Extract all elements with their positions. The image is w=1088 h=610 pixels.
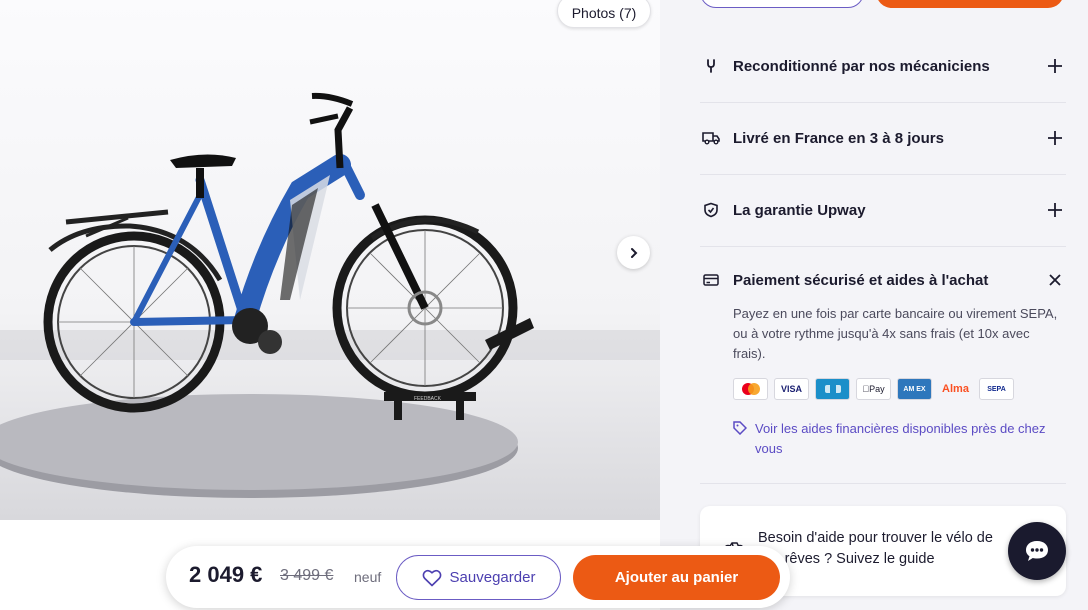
payment-description: Payez en une fois par carte bancaire ou … xyxy=(733,306,1058,361)
save-label: Sauvegarder xyxy=(449,569,536,586)
product-info-panel: Reconditionné par nos mécaniciens Livré … xyxy=(660,0,1088,610)
truck-icon xyxy=(700,127,722,149)
bike-photo: FEEDBACK xyxy=(0,92,660,498)
financial-aid-text: Voir les aides financières disponibles p… xyxy=(755,421,1046,456)
plus-icon[interactable] xyxy=(1044,55,1066,77)
close-icon[interactable] xyxy=(1044,269,1066,291)
accordion-title: Reconditionné par nos mécaniciens xyxy=(733,57,990,75)
plus-icon[interactable] xyxy=(1044,199,1066,221)
top-primary-button[interactable] xyxy=(876,0,1064,8)
heart-icon xyxy=(422,569,441,586)
sepa-icon: SEPA xyxy=(979,378,1014,400)
apple-pay-icon: Pay xyxy=(856,378,891,400)
original-price: 3 499 € xyxy=(280,567,334,584)
accordion-title: Paiement sécurisé et aides à l'achat xyxy=(733,271,989,289)
carte-bancaire-icon xyxy=(815,378,850,400)
save-button[interactable]: Sauvegarder xyxy=(396,555,561,600)
add-to-cart-label: Ajouter au panier xyxy=(614,569,739,586)
amex-icon: AM EX xyxy=(897,378,932,400)
chevron-right-icon xyxy=(630,247,637,258)
wrench-icon xyxy=(700,55,722,77)
shield-icon xyxy=(700,199,722,221)
accordion-item-delivery[interactable]: Livré en France en 3 à 8 jours xyxy=(700,102,1066,175)
chat-bubble-icon xyxy=(1026,541,1048,561)
add-to-cart-button[interactable]: Ajouter au panier xyxy=(573,555,780,600)
stand-brand-label: FEEDBACK xyxy=(414,396,442,402)
accordion-item-payment[interactable]: Paiement sécurisé et aides à l'achat Pay… xyxy=(700,246,1066,484)
mastercard-icon xyxy=(733,378,768,400)
next-photo-button[interactable] xyxy=(617,236,650,269)
accordion-title: Livré en France en 3 à 8 jours xyxy=(733,129,944,147)
guide-help-text: Besoin d'aide pour trouver le vélo de vo… xyxy=(758,530,993,567)
payment-methods: VISA Pay AM EX Alma SEPA xyxy=(733,378,1060,400)
top-outline-button[interactable] xyxy=(700,0,864,8)
visa-icon: VISA xyxy=(774,378,809,400)
accordion-item-reconditioned[interactable]: Reconditionné par nos mécaniciens xyxy=(700,30,1066,103)
accordion-title: La garantie Upway xyxy=(733,201,866,219)
alma-icon: Alma xyxy=(942,383,969,395)
product-gallery[interactable]: FEEDBACK Photos (7) xyxy=(0,0,660,520)
photos-label: Photos (7) xyxy=(571,5,637,21)
credit-card-icon xyxy=(700,269,722,291)
new-price-label: neuf xyxy=(354,569,382,585)
tag-icon xyxy=(733,421,755,459)
photos-button[interactable]: Photos (7) xyxy=(557,0,651,28)
current-price: 2 049 € xyxy=(189,562,263,587)
financial-aid-link[interactable]: Voir les aides financières disponibles p… xyxy=(733,419,1060,459)
sticky-purchase-bar: 2 049 € 3 499 € neuf Sauvegarder Ajouter… xyxy=(166,546,790,608)
chat-button[interactable] xyxy=(1008,522,1066,580)
plus-icon[interactable] xyxy=(1044,127,1066,149)
accordion-item-warranty[interactable]: La garantie Upway xyxy=(700,174,1066,247)
